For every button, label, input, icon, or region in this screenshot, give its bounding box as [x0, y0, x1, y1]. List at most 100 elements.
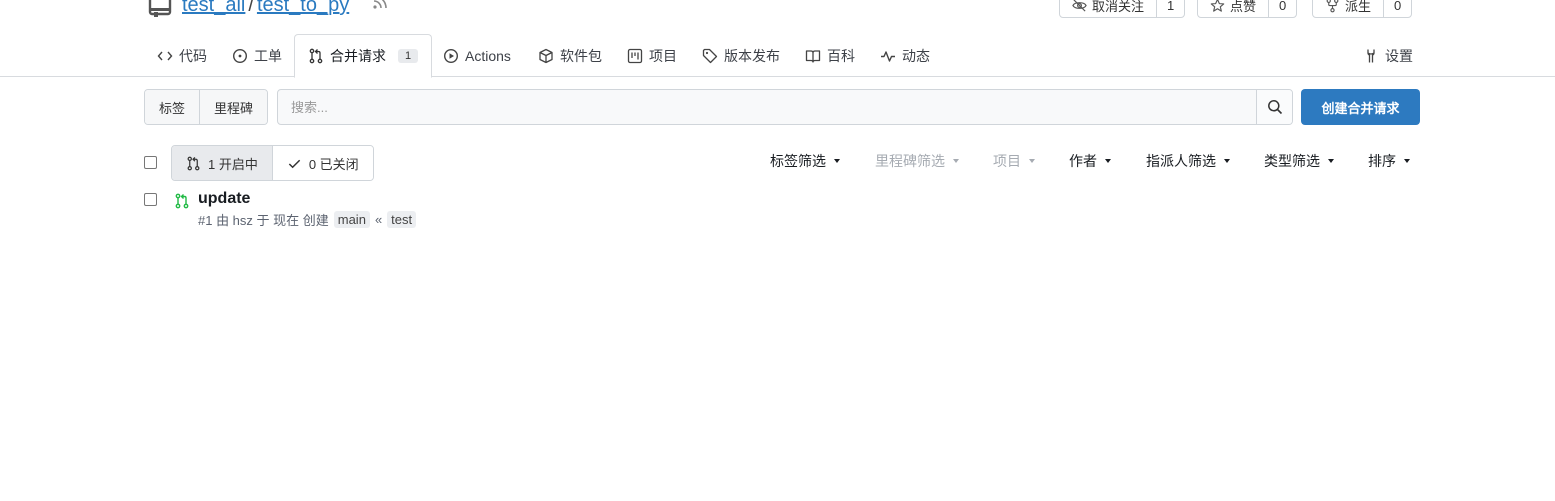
- watch-count[interactable]: 1: [1157, 0, 1184, 17]
- labels-button[interactable]: 标签: [145, 90, 200, 124]
- tab-actions-label: Actions: [465, 47, 511, 64]
- star-icon: [1210, 0, 1225, 12]
- pr-title-link[interactable]: update: [198, 190, 250, 208]
- pull-request-icon: [187, 156, 200, 170]
- type-filter-dropdown[interactable]: 类型筛选: [1264, 152, 1334, 170]
- star-label-wrap[interactable]: 点赞: [1198, 0, 1270, 17]
- head-branch-label[interactable]: test: [387, 211, 417, 228]
- caret-down-icon: [1328, 159, 1334, 163]
- tab-pull-requests[interactable]: 合并请求 1: [294, 34, 433, 78]
- assignee-filter-dropdown[interactable]: 指派人筛选: [1146, 152, 1230, 170]
- author-filter-dropdown[interactable]: 作者: [1069, 152, 1111, 170]
- repo-separator: /: [248, 0, 254, 16]
- caret-down-icon: [834, 159, 840, 163]
- pr-meta-text: #1 由 hsz 于 现在 创建: [198, 213, 329, 228]
- pr-select-checkbox[interactable]: [144, 193, 157, 206]
- base-branch-label[interactable]: main: [333, 211, 370, 228]
- tab-issues[interactable]: 工单: [228, 34, 286, 77]
- tab-code[interactable]: 代码: [153, 34, 211, 77]
- repo-tabs: 代码 工单 合并请求 1 Actions 软件包 项目 版本发布 百科 动态 设…: [0, 34, 1555, 78]
- select-all-checkbox[interactable]: [144, 156, 157, 169]
- tab-projects[interactable]: 项目: [623, 34, 681, 77]
- sort-label: 排序: [1368, 153, 1396, 169]
- watch-label: 取消关注: [1092, 0, 1145, 14]
- author-filter-label: 作者: [1069, 153, 1097, 169]
- pull-requests-count-badge: 1: [398, 49, 419, 63]
- tab-actions[interactable]: Actions: [439, 34, 515, 77]
- fork-button[interactable]: 派生 0: [1312, 0, 1413, 18]
- search-button[interactable]: [1256, 90, 1292, 124]
- tab-packages-label: 软件包: [560, 47, 602, 64]
- tab-wiki-label: 百科: [827, 47, 855, 64]
- labels-milestones-group: 标签 里程碑: [144, 89, 269, 125]
- pulse-icon: [881, 50, 895, 62]
- fork-label: 派生: [1345, 0, 1372, 14]
- tab-releases[interactable]: 版本发布: [698, 34, 784, 77]
- fork-count[interactable]: 0: [1384, 0, 1411, 17]
- tab-wiki[interactable]: 百科: [801, 34, 859, 77]
- milestone-filter-dropdown: 里程碑筛选: [875, 152, 959, 170]
- watch-button[interactable]: 取消关注 1: [1059, 0, 1186, 18]
- tab-issues-label: 工单: [254, 47, 282, 64]
- tab-code-label: 代码: [179, 47, 207, 64]
- search-icon: [1267, 100, 1282, 115]
- caret-down-icon: [1224, 159, 1230, 163]
- caret-down-icon: [953, 159, 959, 163]
- issue-icon: [232, 48, 248, 63]
- new-pull-request-button[interactable]: 创建合并请求: [1301, 89, 1420, 125]
- search-box: [277, 89, 1293, 125]
- star-button[interactable]: 点赞 0: [1197, 0, 1298, 18]
- branch-arrow: «: [374, 212, 383, 227]
- fork-label-wrap[interactable]: 派生: [1313, 0, 1385, 17]
- open-state-button[interactable]: 1 开启中: [172, 146, 272, 180]
- tab-activity-label: 动态: [902, 47, 930, 64]
- code-icon: [157, 51, 173, 60]
- pull-request-icon: [309, 48, 323, 64]
- repo-owner-link[interactable]: test_all: [182, 0, 245, 16]
- closed-state-label: 0 已关闭: [308, 156, 359, 172]
- rss-icon[interactable]: [372, 0, 388, 10]
- watch-label-wrap[interactable]: 取消关注: [1060, 0, 1158, 17]
- list-item: update #1 由 hsz 于 现在 创建 main « test: [0, 188, 1555, 234]
- tab-activity[interactable]: 动态: [876, 34, 934, 77]
- tab-pull-requests-label: 合并请求: [330, 48, 386, 64]
- label-filter-label: 标签筛选: [770, 153, 826, 169]
- project-filter-dropdown: 项目: [993, 152, 1035, 170]
- repo-header: test_all / test_to_py 取消关注 1 点赞 0 派生 0: [0, 0, 1555, 18]
- project-filter-label: 项目: [993, 153, 1021, 169]
- star-count[interactable]: 0: [1269, 0, 1296, 17]
- state-switch: 1 开启中 0 已关闭: [171, 145, 374, 181]
- search-input[interactable]: [278, 90, 1256, 124]
- tab-settings-label: 设置: [1385, 47, 1413, 64]
- eye-slash-icon: [1072, 0, 1087, 12]
- caret-down-icon: [1105, 159, 1111, 163]
- fork-icon: [1326, 0, 1339, 12]
- star-label: 点赞: [1230, 0, 1257, 14]
- package-icon: [539, 48, 553, 63]
- tools-icon: [1367, 49, 1375, 62]
- closed-state-button[interactable]: 0 已关闭: [271, 146, 373, 180]
- type-filter-label: 类型筛选: [1264, 153, 1320, 169]
- tab-projects-label: 项目: [649, 47, 677, 64]
- project-icon: [627, 48, 643, 63]
- check-icon: [288, 159, 301, 168]
- play-icon: [443, 48, 459, 63]
- repo-icon: [148, 0, 172, 17]
- milestones-button[interactable]: 里程碑: [199, 90, 268, 124]
- sort-dropdown[interactable]: 排序: [1368, 152, 1410, 170]
- label-filter-dropdown[interactable]: 标签筛选: [770, 152, 840, 170]
- tab-packages[interactable]: 软件包: [534, 34, 606, 77]
- caret-down-icon: [1404, 159, 1410, 163]
- repo-name-link[interactable]: test_to_py: [257, 0, 349, 16]
- pr-meta: #1 由 hsz 于 现在 创建 main « test: [198, 210, 417, 229]
- pull-request-open-icon: [175, 193, 189, 209]
- open-state-label: 1 开启中: [208, 156, 258, 172]
- book-icon: [805, 49, 821, 63]
- assignee-filter-label: 指派人筛选: [1146, 153, 1216, 169]
- milestone-filter-label: 里程碑筛选: [875, 153, 945, 169]
- tab-releases-label: 版本发布: [724, 47, 780, 64]
- tag-icon: [702, 48, 718, 63]
- caret-down-icon: [1029, 159, 1035, 163]
- tab-settings[interactable]: 设置: [1359, 34, 1417, 77]
- repo-title: test_all / test_to_py: [182, 0, 349, 16]
